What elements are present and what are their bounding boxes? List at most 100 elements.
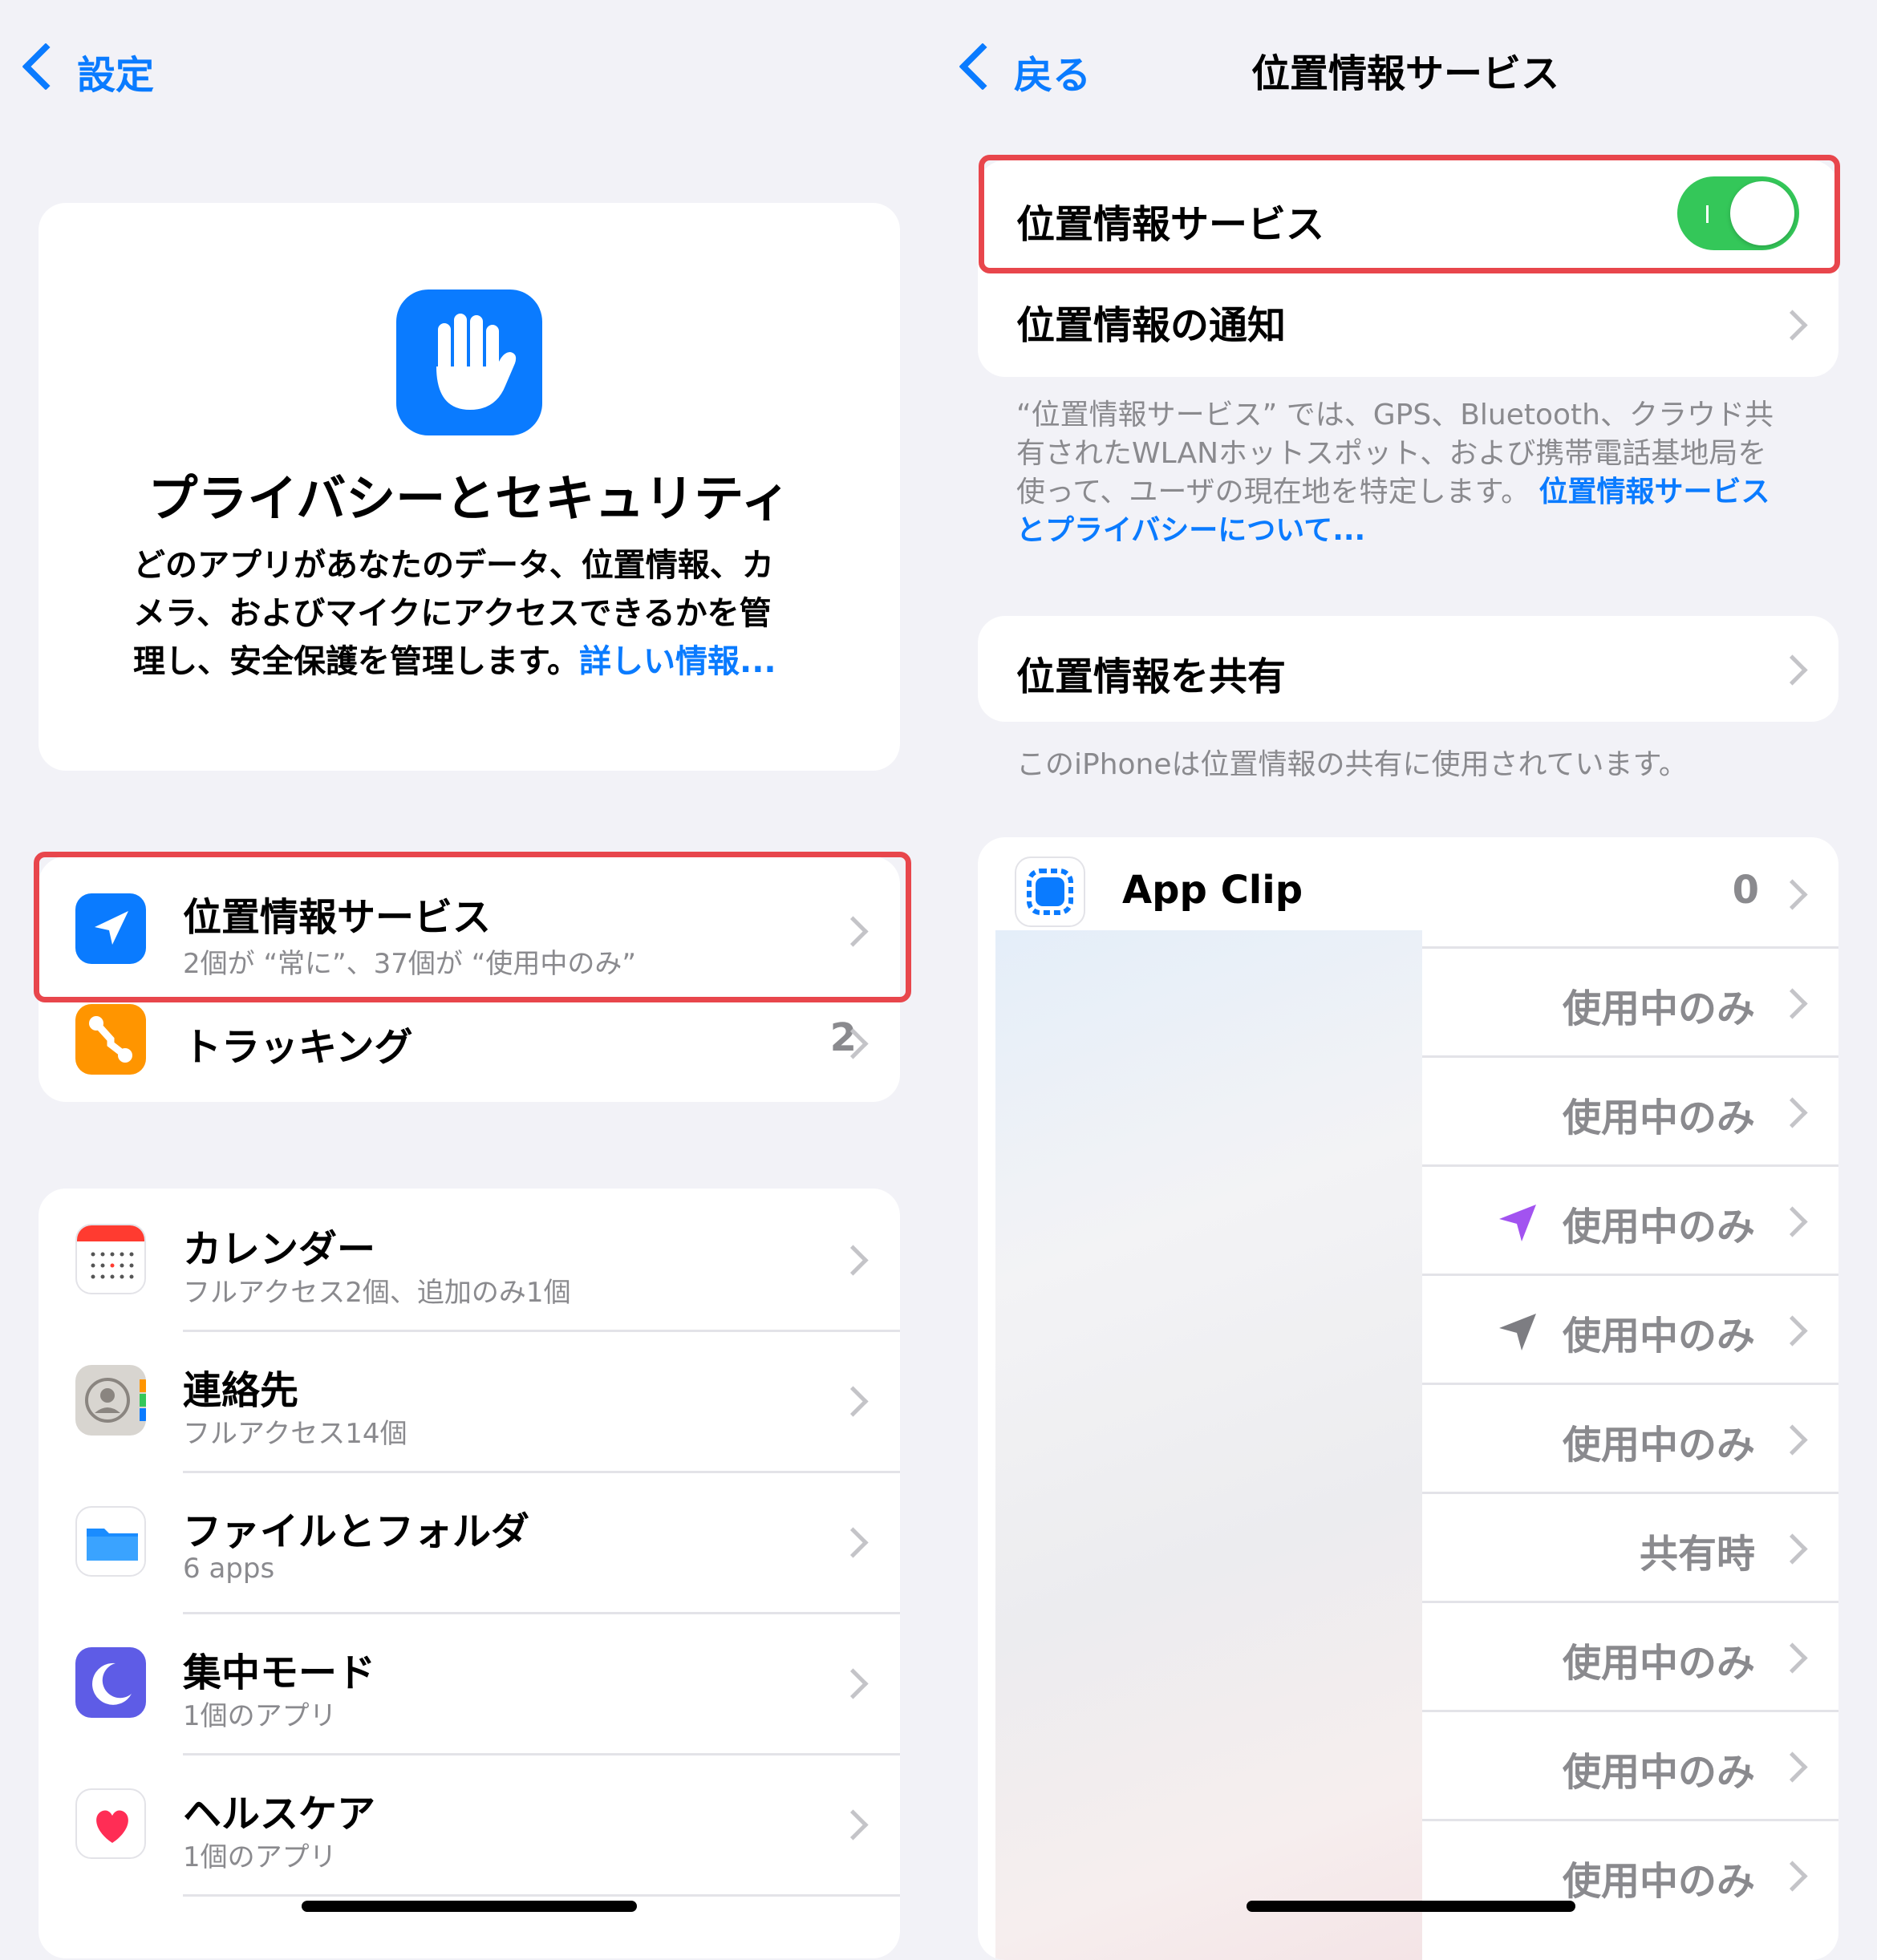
health-row[interactable]: ヘルスケア 1個のアプリ — [39, 1753, 900, 1894]
app-row-4[interactable]: 使用中のみ — [1422, 1274, 1838, 1383]
moon-icon — [75, 1647, 146, 1718]
app-row-3[interactable]: 使用中のみ — [1422, 1164, 1838, 1274]
app-location-list: App Clip 0 使用中のみ 使用中のみ 使用中のみ 使用中のみ 使用中のみ… — [978, 837, 1838, 1960]
chevron-right-icon — [1777, 1315, 1808, 1346]
separator — [1422, 1710, 1838, 1712]
location-arrow-purple-icon — [1499, 1205, 1536, 1241]
privacy-link-2[interactable]: とプライバシーについて... — [1016, 512, 1774, 550]
hero-line-1: どのアプリがあなたのデータ、位置情報、カ — [133, 547, 774, 584]
nav-title: 位置情報サービス — [1251, 51, 1560, 96]
app-row-5[interactable]: 使用中のみ — [1422, 1383, 1838, 1492]
app-row-6[interactable]: 共有時 — [1422, 1492, 1838, 1601]
location-toggle-highlight — [979, 155, 1840, 273]
chevron-right-icon — [1777, 310, 1808, 341]
app-permission-value: 共有時 — [1639, 1532, 1755, 1577]
share-location-note: このiPhoneは位置情報の共有に使用されています。 — [1016, 748, 1688, 781]
contacts-icon — [75, 1365, 146, 1436]
app-permission-value: 使用中のみ — [1562, 1423, 1755, 1468]
chevron-left-icon — [22, 43, 70, 91]
location-arrow-gray-icon — [1499, 1314, 1536, 1351]
separator — [1422, 1492, 1838, 1494]
hand-icon — [396, 290, 542, 435]
location-description: “位置情報サービス” では、GPS、Bluetooth、クラウド共 有されたWL… — [1016, 396, 1774, 550]
app-permission-value: 使用中のみ — [1562, 1095, 1755, 1140]
separator — [1422, 1383, 1838, 1385]
separator — [1422, 1164, 1838, 1167]
share-location-title: 位置情報を共有 — [1016, 654, 1287, 699]
hero-description: どのアプリがあなたのデータ、位置情報、カ メラ、およびマイクにアクセスできるかを… — [133, 541, 776, 686]
focus-title: 集中モード — [183, 1650, 376, 1695]
hero-line-2: メラ、およびマイクにアクセスできるかを管 — [133, 595, 772, 632]
folder-icon — [75, 1506, 146, 1577]
chevron-right-icon — [1777, 879, 1808, 910]
description-line-2: 有されたWLANホットスポット、および携帯電話基地局を — [1016, 437, 1767, 470]
files-title: ファイルとフォルダ — [183, 1509, 530, 1554]
separator — [183, 1894, 900, 1897]
back-label: 設定 — [77, 53, 155, 98]
separator — [1422, 1274, 1838, 1276]
calendar-icon — [75, 1224, 146, 1294]
calendar-row[interactable]: カレンダー フルアクセス2個、追加のみ1個 — [39, 1189, 900, 1330]
app-row-7[interactable]: 使用中のみ — [1422, 1601, 1838, 1710]
chevron-left-icon — [959, 43, 1007, 91]
app-clip-title: App Clip — [1122, 868, 1303, 913]
app-permission-value: 使用中のみ — [1562, 1750, 1755, 1795]
health-title: ヘルスケア — [183, 1792, 376, 1836]
heart-icon — [75, 1788, 146, 1859]
app-permission-value: 使用中のみ — [1562, 986, 1755, 1031]
home-indicator[interactable] — [1247, 1901, 1575, 1912]
app-permission-value: 使用中のみ — [1562, 1205, 1755, 1249]
focus-subtitle: 1個のアプリ — [183, 1700, 337, 1732]
hero-title: プライバシーとセキュリティ — [148, 469, 791, 528]
privacy-hero-card: プライバシーとセキュリティ どのアプリがあなたのデータ、位置情報、カ メラ、およ… — [39, 203, 900, 771]
chevron-right-icon — [1777, 1097, 1808, 1128]
description-line-3: 使って、ユーザの現在地を特定します。 — [1016, 476, 1530, 508]
learn-more-link[interactable]: 詳しい情報... — [579, 643, 776, 680]
back-button[interactable]: 設定 — [18, 37, 178, 98]
calendar-subtitle: フルアクセス2個、追加のみ1個 — [183, 1277, 571, 1309]
chevron-right-icon — [837, 1245, 869, 1276]
description-line-3-wrap: 使って、ユーザの現在地を特定します。 位置情報サービス — [1016, 473, 1774, 512]
privacy-link-1[interactable]: 位置情報サービス — [1539, 476, 1770, 508]
app-permission-value: 使用中のみ — [1562, 1859, 1755, 1904]
focus-row[interactable]: 集中モード 1個のアプリ — [39, 1612, 900, 1753]
chevron-right-icon — [837, 1809, 869, 1841]
app-permission-value: 使用中のみ — [1562, 1641, 1755, 1686]
tracking-icon — [75, 1004, 146, 1075]
home-indicator[interactable] — [302, 1901, 637, 1912]
app-clip-icon — [1015, 856, 1085, 927]
chevron-right-icon — [1777, 1642, 1808, 1674]
calendar-title: カレンダー — [183, 1227, 376, 1272]
app-row-2[interactable]: 使用中のみ — [1422, 1055, 1838, 1164]
contacts-title: 連絡先 — [183, 1368, 299, 1413]
hero-line-3: 理し、安全保護を管理します。 — [133, 643, 579, 680]
chevron-right-icon — [1777, 1533, 1808, 1565]
app-row-1[interactable]: 使用中のみ — [1422, 946, 1838, 1055]
chevron-right-icon — [1777, 1861, 1808, 1892]
app-permission-value: 使用中のみ — [1562, 1314, 1755, 1359]
redacted-app-names — [995, 930, 1422, 1960]
location-services-highlight — [34, 852, 911, 1002]
data-access-group: カレンダー フルアクセス2個、追加のみ1個 連絡先 フルアクセス14個 ファイル… — [39, 1189, 900, 1958]
back-label: 戻る — [1014, 53, 1092, 98]
chevron-right-icon — [1777, 988, 1808, 1019]
location-notify-row[interactable]: 位置情報の通知 — [978, 269, 1838, 377]
share-location-row[interactable]: 位置情報を共有 — [978, 616, 1838, 722]
chevron-right-icon — [837, 1386, 869, 1417]
tracking-row[interactable]: トラッキング 2 — [39, 1002, 900, 1102]
files-subtitle: 6 apps — [183, 1553, 275, 1585]
back-button[interactable]: 戻る — [955, 37, 1115, 98]
hero-line-3-wrap: 理し、安全保護を管理します。詳しい情報... — [133, 638, 776, 686]
files-row[interactable]: ファイルとフォルダ 6 apps — [39, 1471, 900, 1612]
separator — [1422, 1055, 1838, 1058]
location-notify-title: 位置情報の通知 — [1016, 303, 1287, 348]
chevron-right-icon — [1777, 654, 1808, 686]
separator — [1422, 1819, 1838, 1821]
app-clip-count: 0 — [1732, 868, 1759, 913]
contacts-row[interactable]: 連絡先 フルアクセス14個 — [39, 1330, 900, 1471]
chevron-right-icon — [1777, 1424, 1808, 1456]
tracking-title: トラッキング — [183, 1025, 413, 1070]
app-row-8[interactable]: 使用中のみ — [1422, 1710, 1838, 1819]
health-subtitle: 1個のアプリ — [183, 1841, 337, 1873]
chevron-right-icon — [1777, 1751, 1808, 1783]
